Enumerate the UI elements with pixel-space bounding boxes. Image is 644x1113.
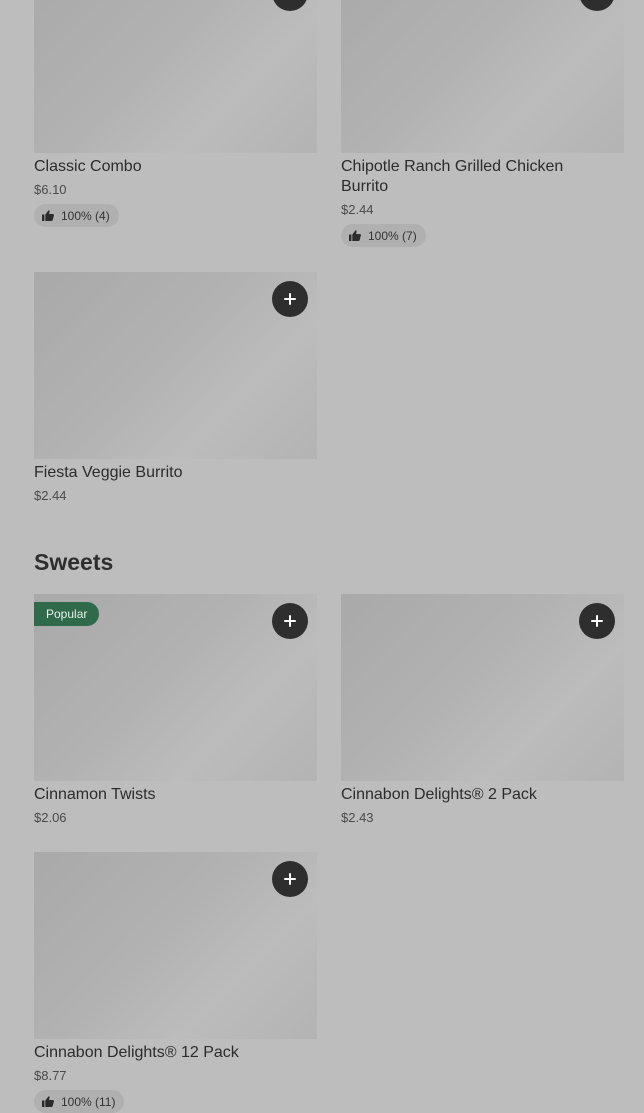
item-name: Cinnamon Twists: [34, 786, 156, 803]
section-title: Sweets: [34, 549, 114, 575]
thumbs-up-icon: [42, 210, 54, 221]
item-price: $8.77: [34, 1068, 67, 1083]
rating-badge: 100% (11): [34, 1090, 125, 1113]
add-item-button[interactable]: [272, 861, 308, 897]
rating-badge: 100% (7): [341, 224, 426, 247]
item-price: $2.43: [341, 810, 374, 825]
item-image[interactable]: [341, 0, 624, 153]
add-item-button[interactable]: [272, 281, 308, 317]
popular-badge: Popular: [34, 602, 100, 626]
item-name: Cinnabon Delights® 12 Pack: [34, 1044, 239, 1061]
item-image[interactable]: [34, 0, 317, 153]
plus-icon: [284, 873, 296, 885]
item-price: $2.06: [34, 810, 67, 825]
thumbs-up-icon: [42, 1096, 54, 1107]
item-name: Classic Combo: [34, 158, 142, 175]
item-price: $2.44: [34, 488, 67, 503]
rating-text: 100% (7): [368, 228, 417, 243]
rating-text: 100% (11): [61, 1094, 116, 1109]
thumbs-up-icon: [349, 230, 361, 241]
rating-text: 100% (4): [61, 208, 110, 223]
item-price: $6.10: [34, 182, 67, 197]
add-item-button[interactable]: [272, 603, 308, 639]
item-price: $2.44: [341, 202, 374, 217]
add-item-button[interactable]: [579, 603, 615, 639]
plus-icon: [284, 293, 296, 305]
item-name: Fiesta Veggie Burrito: [34, 464, 183, 481]
rating-badge: 100% (4): [34, 204, 119, 227]
plus-icon: [284, 615, 296, 627]
item-name: Chipotle Ranch Grilled Chicken Burrito: [341, 158, 564, 195]
plus-icon: [591, 615, 603, 627]
item-name: Cinnabon Delights® 2 Pack: [341, 786, 537, 803]
